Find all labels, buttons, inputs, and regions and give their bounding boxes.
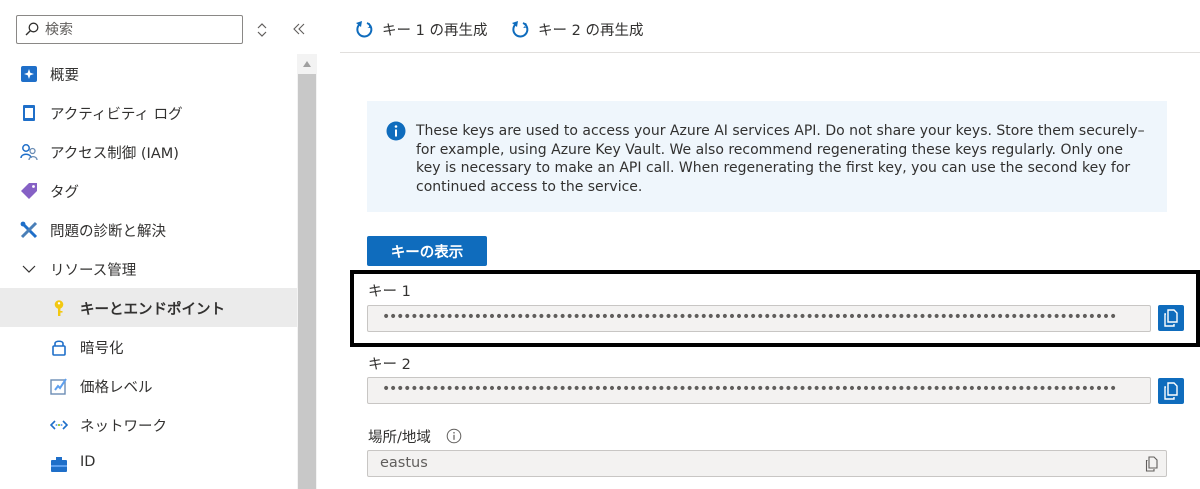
command-bar: 1 キー 1 の再生成 2 キー 2 の再生成	[340, 0, 1200, 54]
regenerate-key2-button[interactable]: 2 キー 2 の再生成	[510, 17, 643, 41]
diagnose-icon	[20, 221, 38, 239]
info-text: These keys are used to access your Azure…	[416, 123, 1145, 195]
nav-item-overview[interactable]: 概要	[0, 54, 297, 93]
nav-item-encryption[interactable]: 暗号化	[0, 327, 297, 366]
nav-item-label: タグ	[50, 185, 79, 201]
network-icon	[50, 420, 68, 430]
nav-item-tags[interactable]: タグ	[0, 171, 297, 210]
chevron-down-icon	[22, 265, 36, 273]
activity-log-icon	[23, 105, 35, 121]
region-value: eastus	[380, 455, 428, 471]
nav-menu: 概要 アクティビティ ログ アクセス制御 (IAM) タグ 問題の診断と解決 リ…	[0, 54, 297, 483]
lock-icon	[52, 340, 66, 356]
search-input[interactable]	[45, 19, 235, 40]
scroll-up-icon[interactable]	[302, 60, 312, 68]
sort-toggle-icon[interactable]	[255, 22, 269, 38]
info-banner: These keys are used to access your Azure…	[367, 101, 1167, 212]
search-box[interactable]	[16, 15, 243, 44]
regenerate-key2-label: キー 2 の再生成	[538, 22, 644, 39]
nav-item-label: 問題の診断と解決	[50, 224, 166, 240]
info-icon	[386, 121, 406, 141]
identity-icon	[51, 457, 67, 472]
nav-item-identity[interactable]: ID	[0, 444, 297, 483]
nav-item-label: アクセス制御 (IAM)	[50, 146, 179, 162]
info-circle-icon[interactable]	[446, 428, 462, 444]
collapse-icon[interactable]	[291, 21, 307, 37]
nav-item-label: ネットワーク	[80, 419, 167, 435]
copy-icon	[1164, 382, 1178, 400]
svg-text:1: 1	[367, 22, 371, 30]
toolbar-divider	[340, 52, 1200, 53]
nav-item-label: キーとエンドポイント	[80, 302, 225, 318]
key1-value: ••••••••••••••••••••••••••••••••••••••••…	[382, 309, 1117, 325]
tag-icon	[21, 183, 37, 199]
nav-item-access-control[interactable]: アクセス制御 (IAM)	[0, 132, 297, 171]
nav-item-label: アクティビティ ログ	[50, 107, 183, 123]
overview-icon	[21, 66, 37, 82]
show-keys-button[interactable]: キーの表示	[367, 236, 487, 266]
nav-item-label: 概要	[50, 68, 79, 84]
key1-label: キー 1	[368, 284, 411, 300]
key2-value: ••••••••••••••••••••••••••••••••••••••••…	[382, 381, 1117, 397]
nav-scrollbar[interactable]	[297, 54, 317, 489]
regenerate-icon: 2	[512, 21, 529, 38]
nav-item-network[interactable]: ネットワーク	[0, 405, 297, 444]
region-field[interactable]: eastus	[367, 450, 1167, 477]
copy-key2-button[interactable]	[1158, 378, 1184, 404]
copy-icon[interactable]	[1145, 456, 1159, 472]
nav-item-activity-log[interactable]: アクティビティ ログ	[0, 93, 297, 132]
left-navigation: 概要 アクティビティ ログ アクセス制御 (IAM) タグ	[0, 0, 318, 489]
access-control-icon	[20, 144, 38, 161]
key1-field[interactable]: ••••••••••••••••••••••••••••••••••••••••…	[367, 305, 1151, 332]
nav-item-keys-and-endpoint[interactable]: キーとエンドポイント	[0, 288, 297, 327]
nav-item-label: 価格レベル	[80, 380, 153, 396]
key2-label: キー 2	[368, 357, 411, 373]
key-icon	[54, 300, 64, 316]
regenerate-key1-button[interactable]: 1 キー 1 の再生成	[354, 17, 487, 41]
nav-group-label: リソース管理	[50, 263, 137, 279]
nav-group-resource-management[interactable]: リソース管理	[0, 249, 297, 288]
svg-text:2: 2	[523, 22, 527, 30]
nav-item-diagnose[interactable]: 問題の診断と解決	[0, 210, 297, 249]
key2-field[interactable]: ••••••••••••••••••••••••••••••••••••••••…	[367, 377, 1151, 404]
copy-key1-button[interactable]	[1158, 305, 1184, 331]
regenerate-icon: 1	[356, 21, 373, 38]
nav-item-label: ID	[80, 454, 96, 470]
nav-item-pricing-tier[interactable]: 価格レベル	[0, 366, 297, 405]
scroll-thumb[interactable]	[298, 74, 316, 489]
regenerate-key1-label: キー 1 の再生成	[382, 22, 488, 39]
copy-icon	[1164, 309, 1178, 327]
region-label: 場所/地域	[368, 430, 431, 446]
pricing-tier-icon	[50, 378, 67, 395]
nav-item-label: 暗号化	[80, 341, 124, 357]
search-icon	[25, 22, 39, 36]
